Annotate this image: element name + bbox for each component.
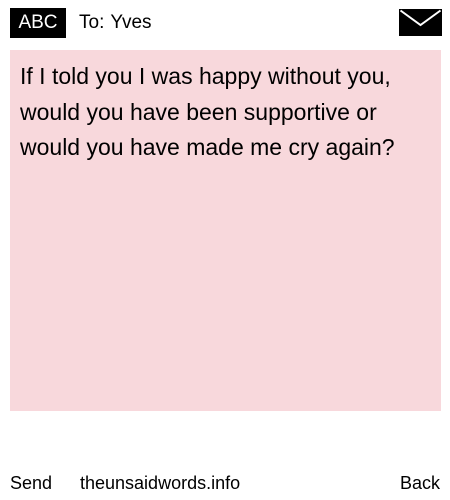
back-button[interactable]: Back <box>400 472 440 494</box>
site-credit-text: theunsaidwords.info <box>80 473 241 493</box>
recipient-field[interactable]: To: Yves <box>79 8 152 38</box>
recipient-prefix-label: To: <box>79 12 105 33</box>
compose-header: ABC To: Yves <box>0 0 450 44</box>
softkey-bar: Send theunsaidwords.info Back <box>0 468 450 498</box>
input-mode-badge[interactable]: ABC <box>10 8 66 38</box>
envelope-icon <box>399 9 442 36</box>
message-body-area[interactable]: If I told you I was happy without you, w… <box>10 50 441 411</box>
sms-compose-screen: ABC To: Yves If I told you I was happy wi… <box>0 0 450 500</box>
recipient-name: Yves <box>110 12 152 33</box>
send-button[interactable]: Send <box>10 472 52 494</box>
message-text: If I told you I was happy without you, w… <box>20 63 395 160</box>
